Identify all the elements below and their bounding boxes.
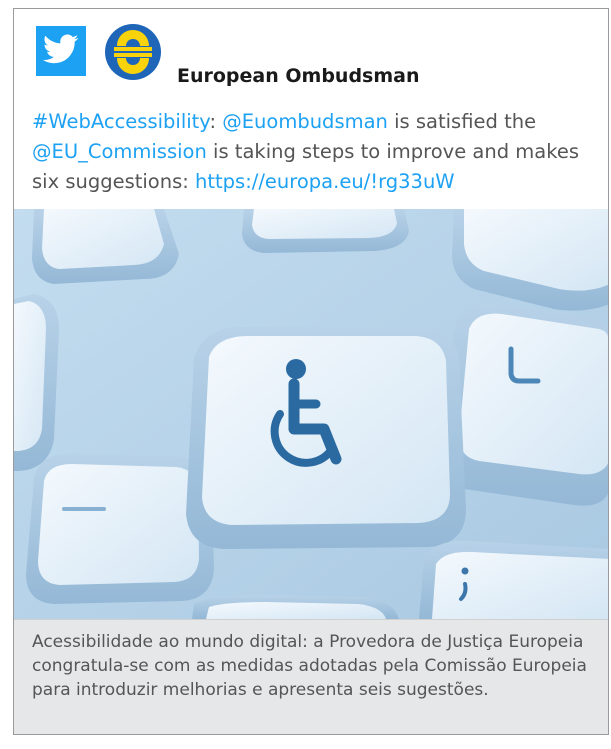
account-name[interactable]: European Ombudsman (177, 65, 420, 87)
tweet-card: European Ombudsman #WebAccessibility: @E… (13, 8, 609, 735)
tweet-text-colon: : (209, 110, 223, 133)
mention-eu-commission-link[interactable]: @EU_Commission (32, 140, 207, 163)
tweet-text-part1: is satisfied the (387, 110, 537, 133)
europa-short-link[interactable]: https://europa.eu/!rg33uW (195, 170, 455, 193)
caption-footer: Acessibilidade ao mundo digital: a Prove… (14, 619, 608, 734)
mention-euombudsman-link[interactable]: @Euombudsman (222, 110, 388, 133)
hashtag-link[interactable]: #WebAccessibility (32, 110, 209, 133)
caption-text: Acessibilidade ao mundo digital: a Prove… (32, 632, 587, 700)
european-ombudsman-logo-icon (105, 24, 161, 80)
tweet-header: European Ombudsman #WebAccessibility: @E… (14, 9, 608, 209)
keyboard-photo (14, 209, 608, 619)
twitter-logo-icon[interactable] (36, 26, 86, 76)
tweet-text: #WebAccessibility: @Euombudsman is satis… (32, 107, 597, 197)
